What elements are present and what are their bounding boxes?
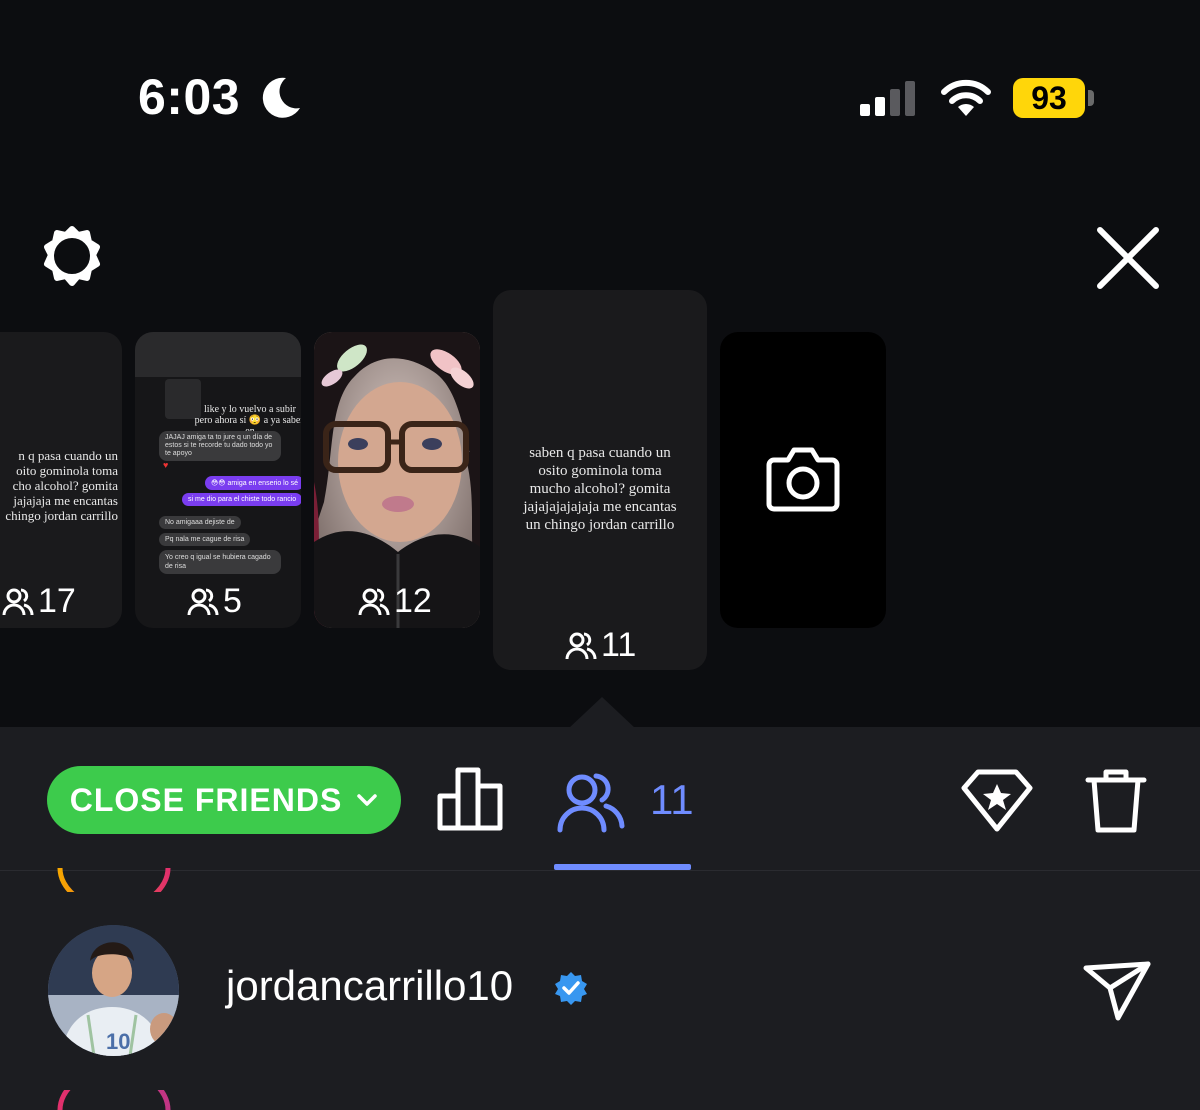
insights-bar-chart-icon[interactable] xyxy=(436,766,504,832)
chat-message: No amigaaa dejiste de xyxy=(159,516,241,529)
story-text-line: oito gominola toma xyxy=(16,463,118,478)
chat-message: si me dio para el chiste todo rancio xyxy=(182,493,301,506)
story-viewers: 5 xyxy=(187,582,242,621)
close-friends-audience-button[interactable]: CLOSE FRIENDS xyxy=(47,766,401,834)
highlight-diamond-star-icon[interactable] xyxy=(960,766,1034,834)
chat-message: te apoyo xyxy=(165,450,192,457)
viewers-count: 11 xyxy=(601,626,637,664)
settings-gear-icon[interactable] xyxy=(38,224,106,292)
heart-icon: ♥ xyxy=(163,460,169,470)
cellular-signal-icon xyxy=(860,81,915,116)
chat-header-line: like y lo vuelvo a subir xyxy=(204,404,296,415)
chat-message: estos si te recorde tu dado todo yo xyxy=(165,442,273,449)
chevron-down-icon xyxy=(357,794,378,806)
viewers-icon xyxy=(2,588,34,615)
story-text-line: n q pasa cuando un xyxy=(18,448,118,463)
story-thumbnail-3[interactable]: 12 xyxy=(314,332,480,628)
story-text-line: jajajajajajaja me encantas xyxy=(523,499,677,515)
story-text-line: mucho alcohol? gomita xyxy=(529,481,671,497)
story-viewers: 12 xyxy=(358,582,432,621)
story-text-line: saben q pasa cuando un xyxy=(529,445,671,461)
story-text-line: cho alcohol? gomita xyxy=(12,478,118,493)
viewer-row[interactable] xyxy=(0,910,1200,1070)
story-text-line: chingo jordan carrillo xyxy=(5,508,118,523)
viewers-count: 5 xyxy=(223,582,242,620)
close-friends-label: CLOSE FRIENDS xyxy=(69,781,343,818)
story-thumbnail-2[interactable]: like y lo vuelvo a subir pero ahora sí 😳… xyxy=(135,332,301,628)
chat-message: de risa xyxy=(165,563,187,570)
story-text-line: osito gominola toma xyxy=(538,463,662,479)
viewers-icon xyxy=(565,632,597,659)
viewer-username[interactable]: jordancarrillo10 xyxy=(226,962,513,1010)
viewer-avatar-ring-partial xyxy=(57,1090,171,1110)
chat-message: Pq nala me cague de risa xyxy=(159,533,251,546)
add-story-camera-card[interactable] xyxy=(720,332,886,628)
viewers-tab-icon[interactable] xyxy=(556,768,626,834)
battery-indicator: 93 xyxy=(1013,78,1085,118)
viewers-count: 17 xyxy=(38,582,76,620)
close-icon[interactable] xyxy=(1096,226,1160,290)
viewers-count: 12 xyxy=(394,582,432,620)
jersey-number: 10 xyxy=(106,1029,130,1054)
viewers-icon xyxy=(358,588,390,615)
story-text-line: jajajaja me encantas xyxy=(13,493,118,508)
chat-message: JAJAJ amiga ta to jure q un día de xyxy=(165,434,273,441)
viewers-icon xyxy=(187,588,219,615)
chat-header-line: pero ahora sí 😳 a ya saben xyxy=(194,415,301,426)
verified-badge-icon xyxy=(555,972,587,1005)
viewers-tab-count[interactable]: 11 xyxy=(650,776,694,824)
chat-message: Yo creo q igual se hubiera cagado xyxy=(165,554,271,561)
story-text-line: un chingo jordan carrillo xyxy=(525,517,675,533)
story-thumbnail-4-selected[interactable]: saben q pasa cuando un osito gominola to… xyxy=(493,290,707,670)
story-thumbnail-1[interactable]: n q pasa cuando un oito gominola toma ch… xyxy=(0,332,122,628)
send-message-icon[interactable] xyxy=(1082,958,1152,1022)
story-viewers: 17 xyxy=(2,582,76,621)
delete-trash-icon[interactable] xyxy=(1084,766,1148,834)
story-viewers: 11 xyxy=(565,626,636,665)
selection-pointer xyxy=(568,697,636,729)
viewer-avatar-ring-partial xyxy=(57,867,171,892)
chat-message: 😳😳 amiga en enserio lo sé xyxy=(205,476,301,490)
moon-icon xyxy=(262,77,300,118)
camera-icon xyxy=(766,447,840,512)
battery-nub xyxy=(1088,90,1094,106)
viewer-avatar[interactable]: 10 xyxy=(48,925,179,1056)
status-time: 6:03 xyxy=(138,69,241,125)
wifi-icon xyxy=(941,79,991,116)
